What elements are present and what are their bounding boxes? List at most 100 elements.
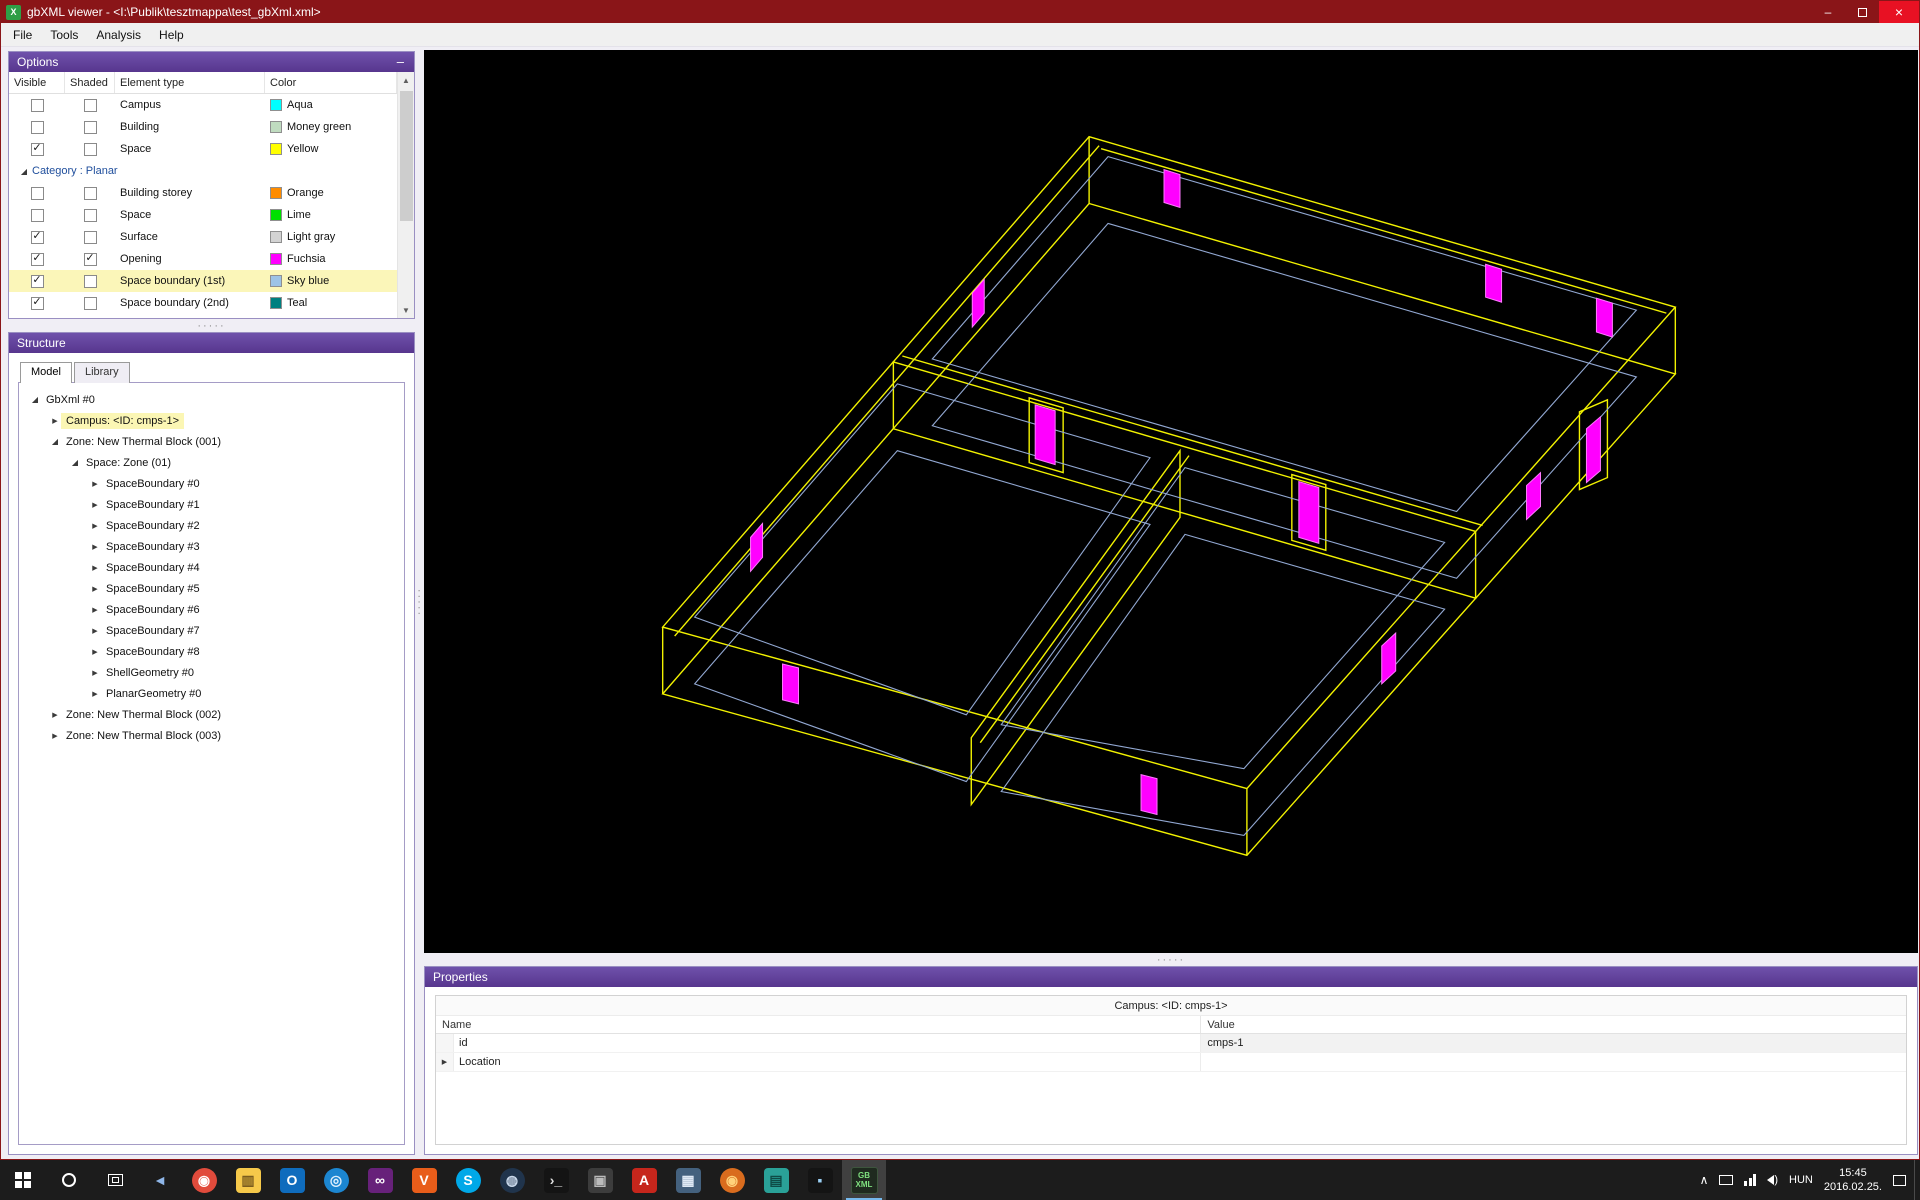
tree-item[interactable]: ▶ SpaceBoundary #2 <box>19 515 404 536</box>
shaded-checkbox[interactable] <box>83 208 97 222</box>
taskbar-app-gbxml-viewer[interactable]: GB XML <box>842 1160 886 1200</box>
clock[interactable]: 15:45 2016.02.25. <box>1824 1166 1882 1195</box>
visible-checkbox[interactable] <box>30 274 44 288</box>
expander-icon[interactable]: ▶ <box>89 648 101 656</box>
options-collapse-button[interactable]: – <box>395 55 406 68</box>
shaded-checkbox[interactable] <box>83 120 97 134</box>
visible-checkbox[interactable] <box>30 230 44 244</box>
main-splitter-vertical[interactable]: ····· <box>414 47 426 1159</box>
options-scrollbar[interactable]: ▲ ▼ <box>397 72 414 318</box>
menu-item-file[interactable]: File <box>4 25 41 45</box>
expander-icon[interactable]: ▶ <box>49 417 61 425</box>
scroll-down-icon[interactable]: ▼ <box>398 302 414 318</box>
action-center-icon[interactable] <box>1893 1174 1906 1186</box>
tree-item[interactable]: ▶ SpaceBoundary #4 <box>19 557 404 578</box>
expander-icon[interactable]: ▶ <box>49 732 61 740</box>
tree-item[interactable]: ▶ SpaceBoundary #6 <box>19 599 404 620</box>
visible-checkbox[interactable] <box>30 186 44 200</box>
scroll-up-icon[interactable]: ▲ <box>398 72 414 88</box>
start-button[interactable] <box>0 1160 46 1200</box>
row-gutter[interactable]: ▶ <box>436 1053 454 1071</box>
taskbar-app-outlook[interactable]: O <box>270 1160 314 1200</box>
3d-viewport[interactable] <box>424 50 1918 953</box>
expander-icon[interactable]: ▶ <box>49 711 61 719</box>
visible-checkbox[interactable] <box>30 252 44 266</box>
menu-item-tools[interactable]: Tools <box>41 25 87 45</box>
maximize-button[interactable] <box>1845 1 1879 23</box>
options-row[interactable]: Space boundary (2nd) Teal <box>9 292 397 314</box>
menu-item-analysis[interactable]: Analysis <box>87 25 150 45</box>
tree-item[interactable]: ▶ SpaceBoundary #8 <box>19 641 404 662</box>
expander-icon[interactable]: ▶ <box>89 669 101 677</box>
tree-item[interactable]: ◢ Space: Zone (01) <box>19 452 404 473</box>
taskbar-app-browser[interactable]: ◎ <box>314 1160 358 1200</box>
taskbar-app-visual-studio[interactable]: ∞ <box>358 1160 402 1200</box>
tree-item[interactable]: ▶ PlanarGeometry #0 <box>19 683 404 704</box>
options-row[interactable]: Space Yellow <box>9 138 397 160</box>
tree-item[interactable]: ▶ Zone: New Thermal Block (002) <box>19 704 404 725</box>
visible-checkbox[interactable] <box>30 98 44 112</box>
options-row[interactable]: Surface Light gray <box>9 226 397 248</box>
viewport-properties-splitter[interactable]: ····· <box>424 953 1918 966</box>
task-view-button[interactable] <box>92 1160 138 1200</box>
show-desktop-button[interactable] <box>1914 1160 1920 1200</box>
taskbar-app-command-prompt[interactable]: ›_ <box>534 1160 578 1200</box>
taskbar-app-save-tool[interactable]: ▦ <box>666 1160 710 1200</box>
tree-item[interactable]: ▶ SpaceBoundary #3 <box>19 536 404 557</box>
expander-icon[interactable]: ▶ <box>89 606 101 614</box>
expander-icon[interactable]: ▶ <box>89 627 101 635</box>
taskbar-app-chrome[interactable]: ◉ <box>182 1160 226 1200</box>
taskbar-app-vlc[interactable]: V <box>402 1160 446 1200</box>
property-row[interactable]: id cmps-1 <box>436 1034 1906 1053</box>
options-category-row[interactable]: ◢ Category : Planar <box>9 160 397 182</box>
close-button[interactable]: × <box>1879 1 1919 23</box>
display-icon[interactable] <box>1719 1175 1734 1185</box>
volume-icon[interactable]: ) <box>1767 1174 1778 1186</box>
visible-checkbox[interactable] <box>30 120 44 134</box>
expander-icon[interactable]: ▶ <box>89 480 101 488</box>
options-row[interactable]: Building storey Orange <box>9 182 397 204</box>
shaded-checkbox[interactable] <box>83 98 97 112</box>
visible-checkbox[interactable] <box>30 142 44 156</box>
options-row[interactable]: Opening Fuchsia <box>9 248 397 270</box>
hidden-icons-chevron-icon[interactable]: ∧ <box>1700 1173 1709 1187</box>
search-button[interactable] <box>46 1160 92 1200</box>
visible-checkbox[interactable] <box>30 296 44 310</box>
taskbar-app-app-dark[interactable]: ▣ <box>578 1160 622 1200</box>
minimize-button[interactable]: – <box>1811 1 1845 23</box>
expander-icon[interactable]: ▶ <box>89 585 101 593</box>
shaded-checkbox[interactable] <box>83 142 97 156</box>
options-row[interactable]: Campus Aqua <box>9 94 397 116</box>
tree-item[interactable]: ▶ Zone: New Thermal Block (003) <box>19 725 404 746</box>
tree-item[interactable]: ◢ GbXml #0 <box>19 389 404 410</box>
taskbar-app-folder-app[interactable]: ▤ <box>754 1160 798 1200</box>
visible-checkbox[interactable] <box>30 208 44 222</box>
shaded-checkbox[interactable] <box>83 274 97 288</box>
expander-icon[interactable]: ▶ <box>89 522 101 530</box>
expander-icon[interactable]: ▶ <box>89 543 101 551</box>
tree-item[interactable]: ▶ SpaceBoundary #7 <box>19 620 404 641</box>
taskbar-app-skype[interactable]: S <box>446 1160 490 1200</box>
tab-model[interactable]: Model <box>20 362 72 383</box>
shaded-checkbox[interactable] <box>83 186 97 200</box>
shaded-checkbox[interactable] <box>83 230 97 244</box>
menu-item-help[interactable]: Help <box>150 25 193 45</box>
scrollbar-thumb[interactable] <box>399 91 413 221</box>
taskbar-app-photos-app[interactable]: ▪ <box>798 1160 842 1200</box>
property-row[interactable]: ▶ Location <box>436 1053 1906 1072</box>
tree-item[interactable]: ▶ Campus: <ID: cmps-1> <box>19 410 404 431</box>
expander-icon[interactable]: ▶ <box>439 1058 451 1066</box>
expander-icon[interactable]: ◢ <box>69 458 81 467</box>
tree-item[interactable]: ▶ SpaceBoundary #5 <box>19 578 404 599</box>
tree-item[interactable]: ▶ SpaceBoundary #1 <box>19 494 404 515</box>
tree-item[interactable]: ▶ SpaceBoundary #0 <box>19 473 404 494</box>
taskbar-app-file-explorer[interactable]: ▥ <box>226 1160 270 1200</box>
taskbar-app-firefox[interactable]: ◉ <box>710 1160 754 1200</box>
shaded-checkbox[interactable] <box>83 252 97 266</box>
tab-library[interactable]: Library <box>73 362 130 383</box>
expander-icon[interactable]: ▶ <box>89 690 101 698</box>
options-row[interactable]: Building Money green <box>9 116 397 138</box>
shaded-checkbox[interactable] <box>83 296 97 310</box>
expander-icon[interactable]: ▶ <box>89 564 101 572</box>
expander-icon[interactable]: ◢ <box>29 395 41 404</box>
